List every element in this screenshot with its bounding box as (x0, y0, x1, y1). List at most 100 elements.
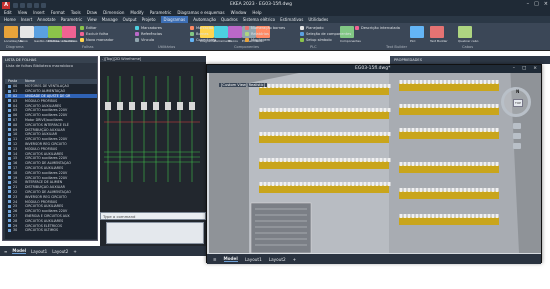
terminal-block (407, 104, 411, 108)
ribbon-small-label[interactable]: Referências (141, 32, 162, 36)
view-cube-face[interactable]: TOP (513, 99, 523, 107)
ribbon-small-icon[interactable] (300, 38, 304, 42)
tab-layout2[interactable]: Layout2 (269, 257, 286, 262)
ribbon-small-label[interactable]: Conectores (196, 38, 216, 42)
close-icon[interactable]: × (533, 65, 537, 73)
ribbon-small-icon[interactable] (80, 26, 84, 30)
ribbon-tab[interactable]: Projeto (142, 16, 156, 23)
add-layout-icon[interactable]: + (73, 249, 76, 254)
terminal-block (339, 158, 343, 162)
pan-icon[interactable] (513, 123, 521, 129)
ribbon-tab[interactable]: Quadros (221, 16, 238, 23)
ribbon-big-button[interactable] (20, 26, 34, 38)
ribbon-small-icon[interactable] (190, 32, 194, 36)
ribbon-small-label[interactable]: Relatórios (251, 32, 269, 36)
ribbon-tab[interactable]: Estimativas (280, 16, 303, 23)
terminal-block (363, 132, 367, 136)
menu-icon[interactable]: ≡ (213, 257, 217, 262)
ribbon-tab[interactable]: Automação (193, 16, 216, 23)
tab-layout1[interactable]: Layout1 (245, 257, 262, 262)
sheet-list-subtabs[interactable]: Lista de folhas Biblioteca macrobloco (3, 63, 97, 69)
ribbon-small-icon[interactable] (245, 38, 249, 42)
app-logo[interactable]: A (2, 1, 10, 9)
ribbon-big-button[interactable] (4, 26, 18, 38)
terminal-block (295, 108, 299, 112)
viewport-label[interactable]: [Custom View][Realistic] (219, 83, 268, 87)
tab-layout2[interactable]: Layout2 (52, 249, 68, 254)
menu-icon[interactable]: ≡ (4, 249, 7, 254)
minimize-icon[interactable]: – (527, 1, 530, 7)
ribbon-small-icon[interactable] (135, 32, 139, 36)
ribbon-small-label[interactable]: Editar (86, 26, 97, 30)
ribbon-small-icon[interactable] (300, 32, 304, 36)
ribbon-small-icon[interactable] (190, 38, 194, 42)
sheet-list-item[interactable]: 30 CIRCUITOS ÚLTIMOS (5, 228, 97, 233)
maximize-icon[interactable]: □ (522, 65, 526, 73)
terminal-block (439, 214, 443, 218)
ribbon-big-button[interactable] (62, 26, 76, 38)
terminal-block (267, 158, 271, 162)
ribbon-small-icon[interactable] (190, 26, 194, 30)
ribbon-small-label[interactable]: Descrição intercalada (361, 26, 400, 30)
window-controls[interactable]: – □ × (527, 1, 548, 7)
ribbon-big-button[interactable] (228, 26, 242, 38)
ribbon-small-icon[interactable] (80, 38, 84, 42)
ribbon-big-button[interactable] (214, 26, 228, 38)
ribbon-tab[interactable]: Utilidades (308, 16, 328, 23)
tab-model[interactable]: Model (223, 256, 238, 262)
navigation-bar[interactable] (513, 123, 521, 163)
drawing-viewport-3d[interactable]: [Custom View][Realistic] N TOP (209, 73, 541, 253)
terminal-block (355, 182, 359, 186)
ribbon-tab[interactable]: Parametric (61, 16, 83, 23)
ribbon-small-label[interactable]: Bornes (196, 32, 208, 36)
ribbon-small-icon[interactable] (80, 32, 84, 36)
ribbon-small-label[interactable]: Seleção de componentes (306, 32, 351, 36)
ribbon-small-label[interactable]: Vincula (141, 38, 154, 42)
ribbon-big-button[interactable] (34, 26, 48, 38)
ribbon-tab[interactable]: Home (4, 16, 16, 23)
ribbon-small-icon[interactable] (355, 26, 359, 30)
ribbon-big-button[interactable] (410, 26, 424, 38)
ribbon-big-button[interactable] (458, 26, 472, 38)
quick-access-toolbar[interactable] (13, 2, 46, 8)
ribbon-tab[interactable]: Output (123, 16, 137, 23)
ribbon-small-icon[interactable] (135, 26, 139, 30)
ribbon-tab[interactable]: Sistema elétrico (243, 16, 275, 23)
ribbon-tab[interactable]: Diagramas (160, 16, 189, 23)
command-input[interactable]: Type a command (103, 214, 135, 219)
ribbon-small-label[interactable]: Setup símbolo (306, 38, 332, 42)
ribbon-small-label[interactable]: Excluir folha (86, 32, 108, 36)
ribbon-big-button[interactable] (430, 26, 444, 38)
terminal-block (315, 182, 319, 186)
ribbon-small-icon[interactable] (300, 26, 304, 30)
orbit-icon[interactable] (513, 143, 521, 149)
drawing-window-controls[interactable]: – □ × (513, 65, 537, 73)
view-cube[interactable]: N TOP (501, 87, 531, 117)
ribbon-small-icon[interactable] (135, 38, 139, 42)
tab-model[interactable]: Model (12, 248, 27, 254)
command-line[interactable]: Type a command (100, 212, 206, 220)
ribbon-small-label[interactable]: Numeração bornes (251, 26, 285, 30)
tool-palette[interactable] (106, 222, 204, 244)
ribbon-small-label[interactable]: Marcadores (141, 26, 162, 30)
ribbon-small-label[interactable]: Marcação (196, 26, 213, 30)
ribbon-small-label[interactable]: Planejado (306, 26, 324, 30)
add-layout-icon[interactable]: + (293, 257, 297, 262)
ribbon-tab[interactable]: View (87, 16, 97, 23)
zoom-icon[interactable] (513, 133, 521, 139)
maximize-icon[interactable]: □ (534, 1, 539, 7)
close-icon[interactable]: × (544, 1, 548, 7)
ribbon-small-icon[interactable] (245, 32, 249, 36)
ribbon-tab[interactable]: Annotate (37, 16, 55, 23)
ribbon-small-icon[interactable] (245, 26, 249, 30)
minimize-icon[interactable]: – (513, 65, 515, 73)
terminal-block (495, 162, 499, 166)
ribbon-big-button[interactable] (48, 26, 62, 38)
ribbon-tab[interactable]: Insert (21, 16, 32, 23)
terminal-block (403, 188, 407, 192)
sheet-number: 08 (13, 122, 18, 127)
ribbon-small-label[interactable]: Novo marcador (86, 38, 114, 42)
tab-layout1[interactable]: Layout1 (31, 249, 47, 254)
ribbon-small-label[interactable]: Montagem (251, 38, 270, 42)
ribbon-tab[interactable]: Manage (102, 16, 118, 23)
